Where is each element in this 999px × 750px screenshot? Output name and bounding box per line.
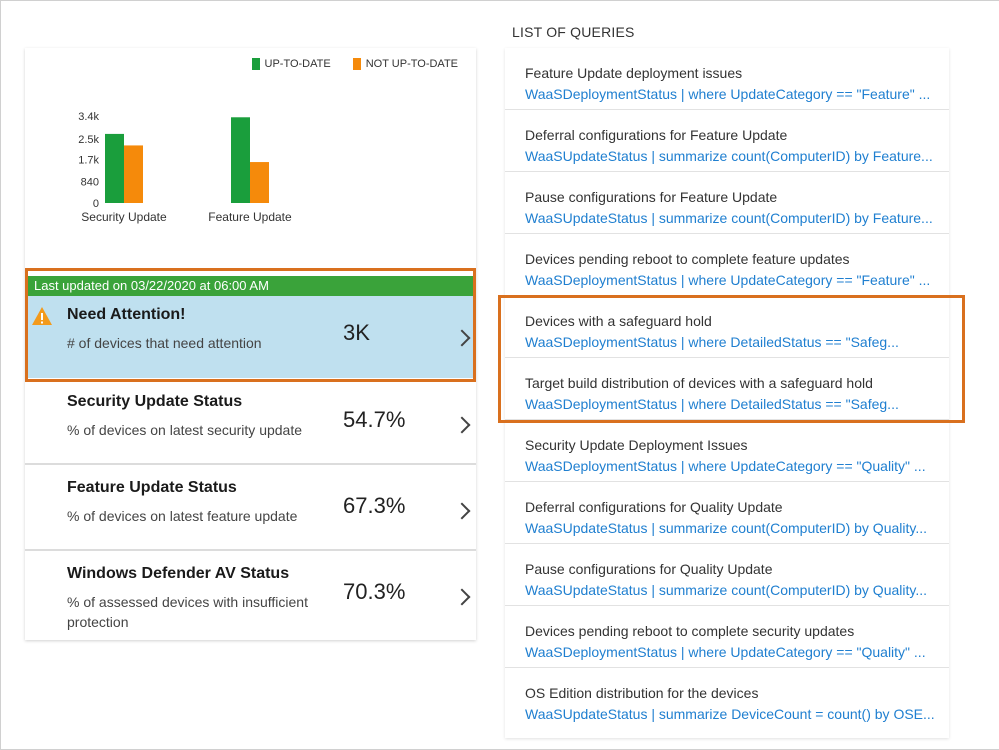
defender-av-status-subtitle: % of assessed devices with insufficient …	[67, 594, 308, 630]
feature-update-status-title: Feature Update Status	[67, 479, 237, 496]
query-item[interactable]: Pause configurations for Quality Update …	[505, 544, 949, 606]
warning-icon	[32, 307, 52, 325]
last-updated-bar: Last updated on 03/22/2020 at 06:00 AM	[26, 276, 475, 296]
feature-update-status-value: 67.3%	[343, 493, 406, 518]
queries-heading: LIST OF QUERIES	[512, 24, 635, 40]
query-name: Devices with a safeguard hold	[525, 313, 712, 329]
security-update-status-subtitle: % of devices on latest security update	[67, 422, 303, 438]
need-attention-title: Need Attention!	[67, 306, 186, 323]
security-update-status-value: 54.7%	[343, 407, 406, 432]
feature-update-status-row[interactable]: Feature Update Status % of devices on la…	[25, 467, 476, 551]
chevron-right-icon[interactable]	[453, 416, 471, 434]
y-tick-label: 840	[81, 177, 99, 189]
security-update-status-row[interactable]: Security Update Status % of devices on l…	[25, 381, 476, 465]
query-name: Deferral configurations for Feature Upda…	[525, 127, 788, 143]
defender-av-status-value: 70.3%	[343, 579, 406, 604]
query-code-link[interactable]: WaaSDeploymentStatus | where UpdateCateg…	[525, 644, 940, 660]
chevron-right-icon[interactable]	[453, 502, 471, 520]
update-compliance-chart: UP-TO-DATE NOT UP-TO-DATE 0 840 1.7k 2.5k 3.…	[25, 48, 476, 270]
query-name: Devices pending reboot to complete featu…	[525, 251, 850, 267]
query-item[interactable]: Security Update Deployment Issues WaaSDe…	[505, 420, 949, 482]
query-code-link[interactable]: WaaSUpdateStatus | summarize count(Compu…	[525, 148, 940, 164]
y-tick-label: 0	[93, 198, 99, 210]
query-code-link[interactable]: WaaSDeploymentStatus | where DetailedSta…	[525, 334, 940, 350]
query-item[interactable]: OS Edition distribution for the devices …	[505, 668, 949, 730]
y-tick-label: 3.4k	[78, 111, 99, 123]
security-update-status-title: Security Update Status	[67, 393, 243, 410]
bar-chart-svg: 0 840 1.7k 2.5k 3.4k Security Update Feature U…	[78, 111, 292, 224]
query-name: Deferral configurations for Quality Upda…	[525, 499, 783, 515]
y-tick-label: 2.5k	[78, 134, 99, 146]
query-name: Security Update Deployment Issues	[525, 437, 748, 453]
x-category-label: Security Update	[81, 210, 167, 224]
bar-up-to-date[interactable]	[231, 117, 250, 203]
query-item[interactable]: Feature Update deployment issues WaaSDep…	[505, 48, 949, 110]
query-code-link[interactable]: WaaSUpdateStatus | summarize count(Compu…	[525, 582, 940, 598]
query-code-link[interactable]: WaaSDeploymentStatus | where DetailedSta…	[525, 396, 940, 412]
query-name: Devices pending reboot to complete secur…	[525, 623, 855, 639]
feature-update-status-subtitle: % of devices on latest feature update	[67, 508, 298, 524]
y-tick-label: 1.7k	[78, 155, 99, 167]
x-category-label: Feature Update	[208, 210, 292, 224]
chevron-right-icon[interactable]	[453, 588, 471, 606]
query-name: Pause configurations for Quality Update	[525, 561, 773, 577]
need-attention-row[interactable]: Need Attention! # of devices that need a…	[25, 296, 476, 378]
need-attention-subtitle: # of devices that need attention	[67, 335, 262, 351]
defender-av-status-row[interactable]: Windows Defender AV Status % of assessed…	[25, 553, 476, 640]
query-code-link[interactable]: WaaSUpdateStatus | summarize DeviceCount…	[525, 706, 940, 722]
query-code-link[interactable]: WaaSUpdateStatus | summarize count(Compu…	[525, 520, 940, 536]
query-code-link[interactable]: WaaSUpdateStatus | summarize count(Compu…	[525, 210, 940, 226]
query-item[interactable]: Deferral configurations for Quality Upda…	[505, 482, 949, 544]
query-item[interactable]: Devices with a safeguard hold WaaSDeploy…	[505, 296, 949, 358]
query-list: Feature Update deployment issues WaaSDep…	[505, 48, 949, 738]
query-name: Target build distribution of devices wit…	[525, 375, 873, 391]
chevron-right-icon[interactable]	[453, 329, 471, 347]
query-code-link[interactable]: WaaSDeploymentStatus | where UpdateCateg…	[525, 272, 940, 288]
query-item[interactable]: Target build distribution of devices wit…	[505, 358, 949, 420]
bar-not-up-to-date[interactable]	[124, 145, 143, 203]
query-item[interactable]: Devices pending reboot to complete secur…	[505, 606, 949, 668]
need-attention-value: 3K	[343, 320, 370, 345]
query-name: Pause configurations for Feature Update	[525, 189, 778, 205]
query-name: OS Edition distribution for the devices	[525, 685, 759, 701]
status-panel: UP-TO-DATE NOT UP-TO-DATE 0 840 1.7k 2.5k 3.…	[25, 48, 476, 640]
query-item[interactable]: Pause configurations for Feature Update …	[505, 172, 949, 234]
defender-av-status-title: Windows Defender AV Status	[67, 565, 290, 582]
bar-not-up-to-date[interactable]	[250, 162, 269, 203]
query-item[interactable]: Deferral configurations for Feature Upda…	[505, 110, 949, 172]
query-code-link[interactable]: WaaSDeploymentStatus | where UpdateCateg…	[525, 458, 940, 474]
query-name: Feature Update deployment issues	[525, 65, 743, 81]
bar-up-to-date[interactable]	[105, 133, 124, 203]
query-code-link[interactable]: WaaSDeploymentStatus | where UpdateCateg…	[525, 86, 940, 102]
query-item[interactable]: Devices pending reboot to complete featu…	[505, 234, 949, 296]
